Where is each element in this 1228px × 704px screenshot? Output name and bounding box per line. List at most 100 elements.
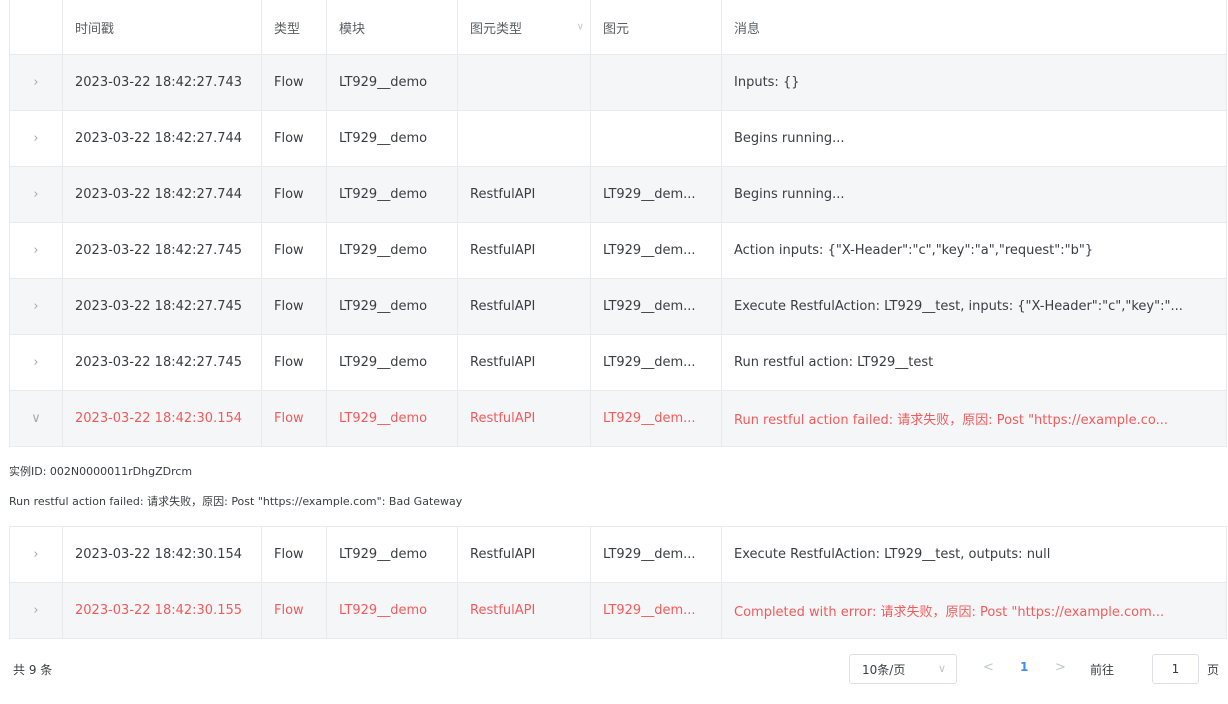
cell-module: LT929__demo [327,335,458,390]
cell-message: Action inputs: {"X-Header":"c","key":"a"… [722,223,1226,278]
cell-element: LT929__dem... [591,583,722,638]
header-element-type[interactable]: 图元类型 ∨ [458,0,591,54]
cell-element-type: RestfulAPI [458,583,591,638]
chevron-right-icon[interactable]: › [33,131,38,146]
expand-toggle[interactable]: › [10,583,63,638]
cell-type: Flow [262,583,327,638]
table-row[interactable]: › 2023-03-22 18:42:27.744 Flow LT929__demo R… [9,167,1227,223]
table-row[interactable]: › 2023-03-22 18:42:27.744 Flow LT929__demo B… [9,111,1227,167]
goto-label: 前往 [1090,663,1115,677]
header-element: 图元 [591,0,722,54]
table-row[interactable]: › 2023-03-22 18:42:27.745 Flow LT929__demo R… [9,223,1227,279]
chevron-right-icon[interactable]: › [33,299,38,314]
cell-message: Execute RestfulAction: LT929__test, outp… [722,527,1226,582]
cell-element: LT929__dem... [591,279,722,334]
expand-toggle[interactable]: › [10,223,63,278]
cell-element-type: RestfulAPI [458,527,591,582]
expand-toggle[interactable]: › [10,55,63,110]
total-count: 共 9 条 [13,663,53,677]
header-message: 消息 [734,21,761,37]
table-row[interactable]: › 2023-03-22 18:42:30.155 Flow LT929__demo R… [9,583,1227,639]
chevron-right-icon[interactable]: › [33,243,38,258]
cell-module: LT929__demo [327,111,458,166]
cell-message: Run restful action failed: 请求失败，原因: Post… [722,391,1226,446]
table-row[interactable]: › 2023-03-22 18:42:27.743 Flow LT929__demo I… [9,55,1227,111]
table-row[interactable]: › 2023-03-22 18:42:30.154 Flow LT929__demo R… [9,527,1227,583]
cell-message-text: Begins running... [734,131,845,146]
prev-page-button[interactable]: < [983,660,994,675]
log-table: 时间戳 类型 模块 图元类型 ∨ 图元 消息 › 2023-03-22 18:42… [9,0,1227,639]
cell-element [591,111,722,166]
cell-element: LT929__dem... [591,167,722,222]
chevron-down-icon[interactable]: ∨ [577,22,584,33]
header-timestamp: 时间戳 [63,0,262,54]
cell-timestamp: 2023-03-22 18:42:30.155 [63,583,262,638]
page-size-select[interactable]: 10条/页 ∨ [849,654,957,684]
chevron-right-icon[interactable]: › [33,187,38,202]
cell-module: LT929__demo [327,527,458,582]
table-row[interactable]: ∨ 2023-03-22 18:42:30.154 Flow LT929__demo R… [9,391,1227,447]
cell-element-type: RestfulAPI [458,223,591,278]
table-row[interactable]: › 2023-03-22 18:42:27.745 Flow LT929__demo R… [9,279,1227,335]
expand-toggle[interactable]: › [10,335,63,390]
chevron-right-icon[interactable]: › [33,355,38,370]
cell-type: Flow [262,223,327,278]
cell-element-text: LT929__dem... [603,187,696,202]
table-header: 时间戳 类型 模块 图元类型 ∨ 图元 消息 [9,0,1227,55]
expand-toggle[interactable]: › [10,111,63,166]
cell-timestamp: 2023-03-22 18:42:27.743 [63,55,262,110]
cell-timestamp: 2023-03-22 18:42:27.745 [63,279,262,334]
cell-timestamp: 2023-03-22 18:42:30.154 [63,391,262,446]
cell-element: LT929__dem... [591,391,722,446]
cell-type: Flow [262,167,327,222]
expand-toggle[interactable]: › [10,167,63,222]
cell-type: Flow [262,335,327,390]
goto-page-input[interactable] [1152,654,1199,684]
cell-element-type: RestfulAPI [458,279,591,334]
expanded-detail: 实例ID: 002N0000011rDhgZDrcm Run restful ac… [9,447,1227,527]
cell-element-type [458,55,591,110]
cell-type: Flow [262,391,327,446]
page-size-value: 10条/页 [862,662,906,677]
cell-message: Run restful action: LT929__test [722,335,1226,390]
chevron-right-icon[interactable]: › [33,75,38,90]
chevron-right-icon[interactable]: › [33,547,38,562]
header-element-type-label: 图元类型 [470,21,523,37]
cell-element-type: RestfulAPI [458,391,591,446]
cell-timestamp: 2023-03-22 18:42:27.745 [63,335,262,390]
cell-message: Begins running... [722,167,1226,222]
expand-toggle[interactable]: › [10,279,63,334]
detail-full-message: Run restful action failed: 请求失败，原因: Post… [9,495,463,508]
cell-element-text: LT929__dem... [603,603,696,618]
cell-message-text: Inputs: {} [734,75,800,90]
header-expand [10,0,63,54]
cell-module: LT929__demo [327,279,458,334]
cell-message-text: Completed with error: 请求失败，原因: Post "htt… [734,605,1165,620]
detail-instance-id: 实例ID: 002N0000011rDhgZDrcm [9,465,193,478]
cell-element: LT929__dem... [591,223,722,278]
cell-timestamp: 2023-03-22 18:42:30.154 [63,527,262,582]
next-page-button[interactable]: > [1055,660,1066,675]
table-row[interactable]: › 2023-03-22 18:42:27.745 Flow LT929__demo R… [9,335,1227,391]
chevron-down-icon[interactable]: ∨ [31,411,41,426]
expand-toggle[interactable]: › [10,527,63,582]
cell-element-text: LT929__dem... [603,243,696,258]
cell-element: LT929__dem... [591,335,722,390]
cell-module: LT929__demo [327,223,458,278]
cell-element-type [458,111,591,166]
page-number-current[interactable]: 1 [1020,660,1028,674]
cell-type: Flow [262,111,327,166]
chevron-down-icon: ∨ [937,662,946,675]
cell-message-text: Begins running... [734,187,845,202]
cell-type: Flow [262,279,327,334]
cell-module: LT929__demo [327,167,458,222]
expand-toggle[interactable]: ∨ [10,391,63,446]
chevron-right-icon[interactable]: › [33,603,38,618]
cell-timestamp: 2023-03-22 18:42:27.744 [63,111,262,166]
cell-element [591,55,722,110]
cell-element: LT929__dem... [591,527,722,582]
cell-element-text: LT929__dem... [603,355,696,370]
cell-message-text: Execute RestfulAction: LT929__test, inpu… [734,299,1183,314]
cell-element-text: LT929__dem... [603,547,696,562]
header-module: 模块 [327,0,458,54]
